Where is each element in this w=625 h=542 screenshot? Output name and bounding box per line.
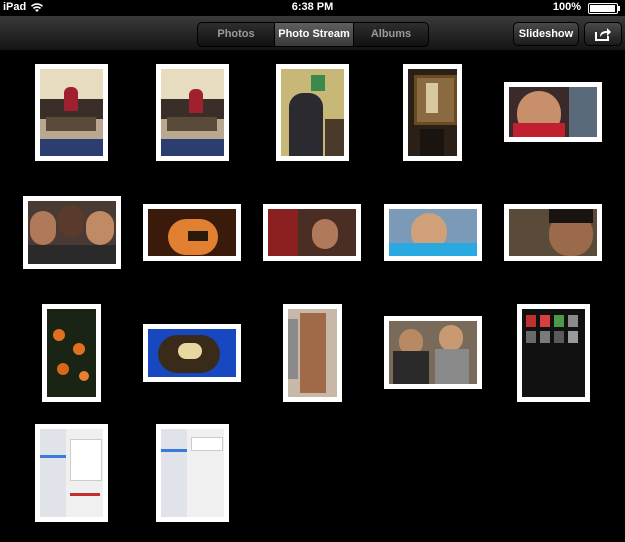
photo-thumbnail[interactable] [384, 204, 482, 261]
photo-image [281, 69, 344, 156]
photo-image [161, 429, 224, 517]
photo-thumbnail[interactable] [42, 304, 101, 402]
segmented-control: Photos Photo Stream Albums [197, 22, 429, 47]
tab-photos[interactable]: Photos [198, 23, 274, 46]
photo-image [389, 209, 477, 256]
photo-thumbnail[interactable] [35, 64, 108, 161]
photo-image [47, 309, 96, 397]
photo-image [522, 309, 585, 397]
battery-icon [588, 3, 621, 14]
photo-thumbnail[interactable] [504, 82, 602, 142]
photo-image [509, 87, 597, 137]
share-button[interactable] [584, 22, 622, 46]
photo-image [268, 209, 356, 256]
photo-thumbnail[interactable] [384, 316, 482, 389]
battery-percent: 100% [552, 1, 581, 13]
photo-thumbnail[interactable] [23, 196, 121, 269]
photo-thumbnail[interactable] [276, 64, 349, 161]
clock: 6:38 PM [291, 1, 334, 13]
photo-thumbnail[interactable] [143, 324, 241, 382]
photo-image [28, 201, 116, 264]
navigation-bar: Photos Photo Stream Albums Slideshow [0, 16, 625, 51]
photo-thumbnail[interactable] [403, 64, 462, 161]
photo-thumbnail[interactable] [35, 424, 108, 522]
photo-image [161, 69, 224, 156]
photo-thumbnail[interactable] [156, 64, 229, 161]
tab-albums[interactable]: Albums [354, 23, 428, 46]
status-bar: iPad 6:38 PM 100% [0, 0, 625, 16]
photo-thumbnail[interactable] [517, 304, 590, 402]
photo-thumbnail[interactable] [143, 204, 241, 261]
photo-thumbnail[interactable] [263, 204, 361, 261]
slideshow-button[interactable]: Slideshow [513, 22, 579, 46]
photo-image [389, 321, 477, 384]
share-icon [595, 28, 611, 41]
photo-image [40, 69, 103, 156]
photo-image [509, 209, 597, 256]
photo-image [148, 209, 236, 256]
photo-thumbnail[interactable] [283, 304, 342, 402]
photo-image [148, 329, 236, 377]
photo-thumbnail[interactable] [156, 424, 229, 522]
photo-thumbnail[interactable] [504, 204, 602, 261]
photo-image [288, 309, 337, 397]
tab-photo-stream[interactable]: Photo Stream [274, 23, 354, 46]
photo-image [40, 429, 103, 517]
photo-image [408, 69, 457, 156]
